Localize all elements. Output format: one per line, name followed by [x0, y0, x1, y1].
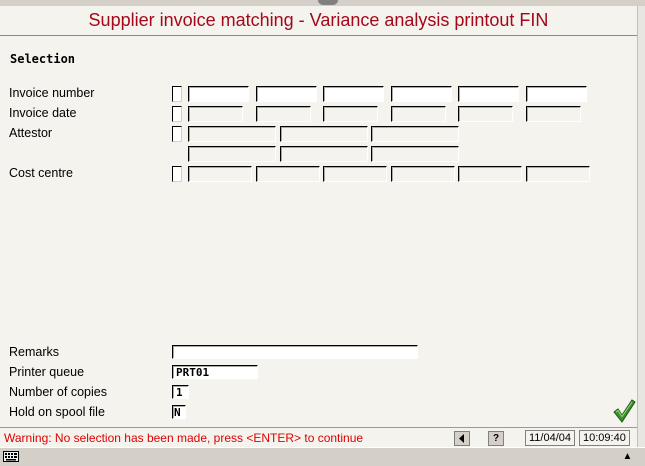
- attestor-label: Attestor: [9, 126, 53, 140]
- invoice-date-checkbox[interactable]: [172, 106, 182, 122]
- invoice-number-field-5[interactable]: [458, 86, 519, 102]
- invoice-date-field-5[interactable]: [458, 106, 513, 122]
- cost-centre-label: Cost centre: [9, 166, 73, 180]
- invoice-number-label: Invoice number: [9, 86, 95, 100]
- invoice-date-field-2[interactable]: [256, 106, 311, 122]
- status-warning-message: Warning: No selection has been made, pre…: [4, 431, 364, 445]
- attestor-field-4[interactable]: [188, 146, 276, 162]
- invoice-number-field-2[interactable]: [256, 86, 317, 102]
- invoice-number-field-6[interactable]: [526, 86, 587, 102]
- status-time: 10:09:40: [579, 430, 630, 446]
- printer-queue-label: Printer queue: [9, 365, 85, 379]
- invoice-date-field-6[interactable]: [526, 106, 581, 122]
- invoice-number-field-3[interactable]: [323, 86, 384, 102]
- checkmark-ok-icon[interactable]: [612, 398, 636, 424]
- number-of-copies-input[interactable]: 1: [172, 385, 189, 399]
- section-title-selection: Selection: [10, 52, 76, 66]
- invoice-date-field-1[interactable]: [188, 106, 243, 122]
- remarks-label: Remarks: [9, 345, 60, 359]
- scroll-end-icon[interactable]: ▲: [621, 451, 634, 462]
- attestor-checkbox[interactable]: [172, 126, 182, 142]
- bottom-bar: [0, 447, 645, 466]
- cost-centre-field-6[interactable]: [526, 166, 590, 182]
- triangle-left-icon: [459, 434, 464, 443]
- form-panel: [0, 6, 638, 447]
- invoice-date-field-3[interactable]: [323, 106, 378, 122]
- attestor-field-1[interactable]: [188, 126, 276, 142]
- hold-on-spool-file-input[interactable]: N: [172, 405, 186, 419]
- printer-queue-input[interactable]: PRT01: [172, 365, 258, 379]
- status-previous-button[interactable]: [454, 431, 470, 446]
- attestor-field-6[interactable]: [371, 146, 459, 162]
- attestor-field-2[interactable]: [280, 126, 368, 142]
- vertical-scrollbar[interactable]: [637, 6, 645, 447]
- cost-centre-field-1[interactable]: [188, 166, 252, 182]
- invoice-number-checkbox[interactable]: [172, 86, 182, 102]
- cost-centre-field-5[interactable]: [458, 166, 522, 182]
- cost-centre-field-2[interactable]: [256, 166, 320, 182]
- remarks-input[interactable]: [172, 345, 418, 359]
- keyboard-icon[interactable]: [3, 451, 19, 462]
- help-button[interactable]: ?: [488, 431, 504, 446]
- cost-centre-field-3[interactable]: [323, 166, 387, 182]
- invoice-date-field-4[interactable]: [391, 106, 446, 122]
- attestor-field-5[interactable]: [280, 146, 368, 162]
- hold-on-spool-file-label: Hold on spool file: [9, 405, 105, 419]
- title-tab-mark: [318, 0, 338, 5]
- status-date: 11/04/04: [525, 430, 576, 446]
- invoice-date-label: Invoice date: [9, 106, 77, 120]
- cost-centre-field-4[interactable]: [391, 166, 455, 182]
- cost-centre-checkbox[interactable]: [172, 166, 182, 182]
- title-divider: [0, 35, 637, 36]
- attestor-field-3[interactable]: [371, 126, 459, 142]
- invoice-number-field-1[interactable]: [188, 86, 249, 102]
- number-of-copies-label: Number of copies: [9, 385, 107, 399]
- page-title: Supplier invoice matching - Variance ana…: [88, 10, 549, 30]
- invoice-number-field-4[interactable]: [391, 86, 452, 102]
- help-question-label: ?: [492, 433, 500, 444]
